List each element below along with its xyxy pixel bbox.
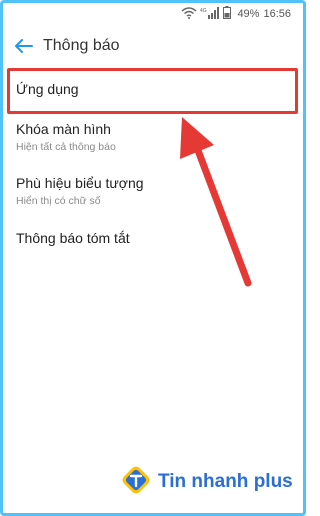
app-bar: Thông báo	[3, 26, 303, 66]
settings-item-label: Phù hiệu biểu tượng	[16, 175, 144, 191]
watermark: Tin nhanh plus	[120, 464, 293, 500]
watermark-text: Tin nhanh plus	[158, 471, 293, 492]
4g-signal-icon: 4G	[200, 6, 220, 22]
svg-text:4G: 4G	[200, 8, 207, 14]
battery-percent: 49%	[237, 8, 260, 20]
page-title: Thông báo	[43, 37, 120, 54]
battery-icon	[223, 6, 232, 22]
settings-item-label: Khóa màn hình	[16, 121, 111, 137]
wifi-icon	[181, 6, 197, 22]
clock: 16:56	[263, 8, 291, 20]
highlight-box	[7, 68, 298, 114]
settings-item-label: Thông báo tóm tắt	[16, 230, 130, 246]
settings-item-subtitle: Hiện tất cả thông báo	[16, 141, 116, 153]
pointer-arrow-icon	[180, 117, 252, 287]
brand-logo-icon	[120, 464, 152, 501]
back-arrow-icon[interactable]	[15, 37, 33, 55]
status-bar: 4G 49% 16:56	[3, 3, 303, 25]
settings-item-subtitle: Hiển thị có chữ số	[16, 195, 101, 207]
